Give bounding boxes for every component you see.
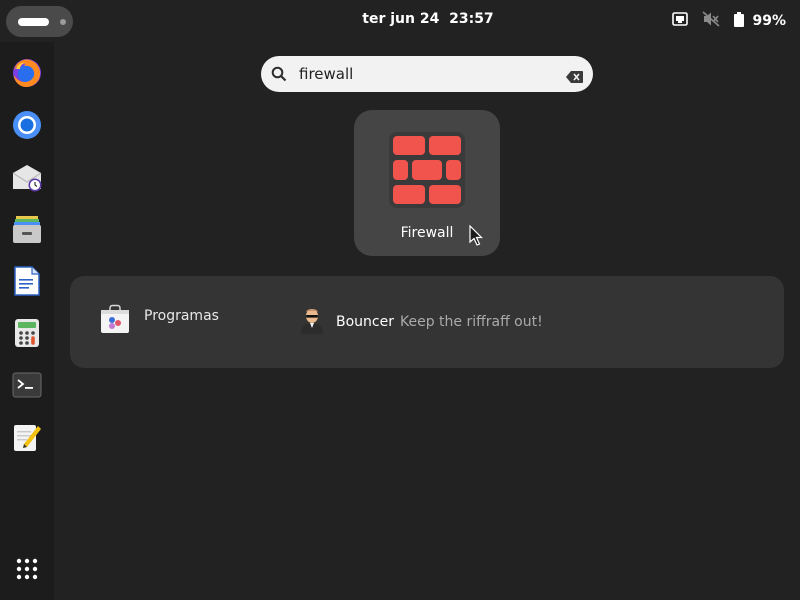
search-icon: [271, 66, 287, 86]
dock-item-chromium[interactable]: [10, 108, 44, 142]
clear-search-icon[interactable]: [566, 68, 583, 87]
battery-icon: [734, 11, 745, 31]
dock-item-mail[interactable]: [10, 160, 44, 194]
text-editor-icon: [14, 425, 41, 451]
firefox-icon: [13, 59, 41, 87]
dock-item-document-writer[interactable]: [10, 264, 44, 298]
battery-indicator: 99%: [734, 11, 786, 31]
dock-item-terminal[interactable]: [10, 368, 44, 402]
result-name: Bouncer: [336, 314, 394, 330]
mouse-pointer-icon: [469, 224, 483, 251]
result-item-bouncer[interactable]: Bouncer Keep the riffraff out!: [298, 306, 543, 338]
dock-item-calculator[interactable]: [10, 316, 44, 350]
document-writer-icon: [14, 266, 40, 296]
provider-software[interactable]: Programas: [100, 304, 219, 338]
calculator-icon: [15, 319, 39, 347]
chromium-icon: [13, 111, 41, 139]
dock-item-firefox[interactable]: [10, 56, 44, 90]
search-input[interactable]: [299, 62, 555, 86]
clock-date: ter jun 24: [362, 11, 440, 27]
archive-manager-icon: [13, 216, 41, 243]
result-description: Keep the riffraff out!: [399, 314, 543, 330]
software-store-icon: [100, 304, 130, 338]
mail-icon: [12, 165, 42, 192]
dock: [0, 42, 54, 600]
battery-percent: 99%: [752, 13, 786, 29]
show-apps-button[interactable]: [10, 552, 44, 586]
system-tray[interactable]: 99%: [672, 11, 786, 31]
volume-muted-icon: [702, 11, 721, 31]
dock-item-archive-manager[interactable]: [10, 212, 44, 246]
provider-label: Programas: [144, 308, 219, 324]
dock-item-text-editor[interactable]: [10, 420, 44, 454]
firewall-icon: [389, 132, 465, 212]
top-bar: ter jun 24 23:57 99%: [0, 0, 800, 42]
network-wired-icon: [672, 12, 689, 30]
terminal-icon: [12, 372, 42, 398]
search-provider-results: Programas Bouncer Keep the riffraff out!: [70, 276, 784, 368]
search-entry[interactable]: [261, 56, 593, 92]
clock-time: 23:57: [449, 11, 494, 27]
app-grid-icon: [16, 558, 38, 580]
bouncer-icon: [298, 306, 326, 338]
